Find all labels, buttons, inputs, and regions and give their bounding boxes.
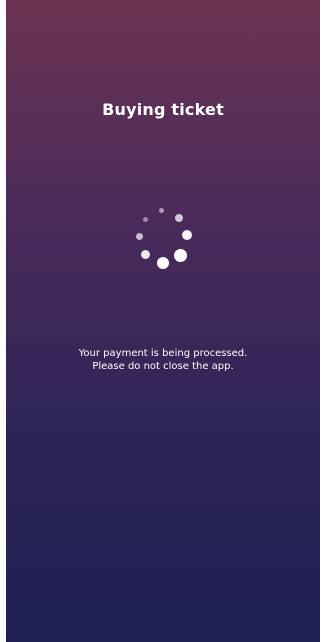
spinner-dot <box>174 249 187 262</box>
spinner-dot <box>175 214 183 222</box>
status-line-2: Please do not close the app. <box>92 361 234 372</box>
status-line-1: Your payment is being processed. <box>78 348 248 359</box>
payment-processing-screen: Buying ticket Your payment is being proc… <box>6 0 320 642</box>
loading-spinner-icon <box>128 196 198 276</box>
spinner-dot <box>159 208 164 213</box>
status-message: Your payment is being processed. Please … <box>6 347 320 373</box>
spinner-dot <box>182 230 192 240</box>
spinner-dot <box>136 233 143 240</box>
page-title: Buying ticket <box>102 100 224 119</box>
spinner-dot <box>157 257 169 269</box>
spinner-dot <box>141 250 150 259</box>
spinner-dot <box>143 217 148 222</box>
